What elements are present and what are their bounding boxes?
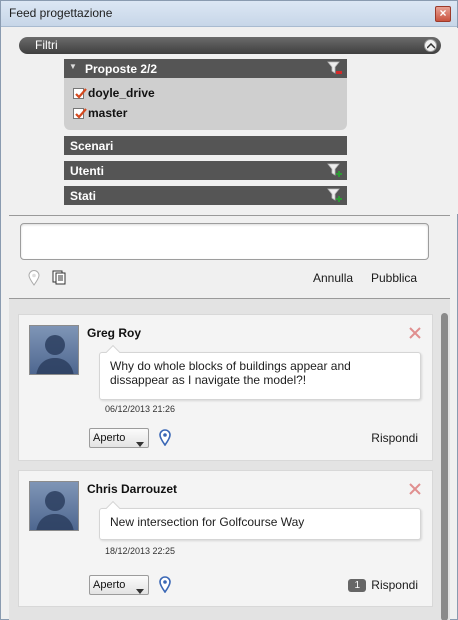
post-author: Greg Roy — [87, 326, 142, 340]
filter-group-label: Utenti — [70, 164, 104, 178]
expand-arrow-icon: ▼ — [69, 62, 77, 71]
post-input[interactable] — [20, 223, 429, 260]
status-dropdown[interactable]: Aperto — [89, 575, 149, 595]
filters-toggle-bar[interactable]: Filtri — [19, 37, 441, 54]
filter-group-body-proposte: doyle_drive master — [64, 78, 347, 130]
post-author: Chris Darrouzet — [87, 482, 178, 496]
feed-post: Greg Roy Why do whole blocks of building… — [18, 314, 433, 461]
avatar — [29, 481, 79, 531]
close-window-button[interactable]: × — [435, 6, 451, 22]
filter-group-header-utenti[interactable]: Utenti — [64, 161, 347, 180]
filter-option-master[interactable]: master — [73, 106, 127, 120]
filter-group-stati[interactable]: Stati — [64, 186, 347, 205]
post-message-bubble: New intersection for Golfcourse Way — [99, 500, 421, 540]
chevron-down-icon — [136, 583, 144, 597]
option-label: doyle_drive — [88, 86, 155, 100]
filter-group-scenari[interactable]: Scenari — [64, 136, 347, 155]
filter-group-label: Stati — [70, 189, 97, 203]
location-pin-icon[interactable] — [159, 429, 171, 449]
filter-group-header-scenari[interactable]: Scenari — [64, 136, 347, 155]
feed-window: Feed progettazione × Filtri ▼ Proposte 2… — [0, 0, 458, 620]
status-dropdown[interactable]: Aperto — [89, 428, 149, 448]
attach-snapshot-icon[interactable] — [51, 270, 67, 288]
divider — [9, 215, 450, 216]
checkbox-doyle-drive[interactable] — [73, 87, 87, 99]
filter-group-header-stati[interactable]: Stati — [64, 186, 347, 205]
bubble-tail — [105, 344, 121, 360]
feed-scrollbar[interactable] — [441, 313, 448, 620]
avatar — [29, 325, 79, 375]
delete-post-icon[interactable] — [408, 326, 422, 343]
filter-group-utenti[interactable]: Utenti — [64, 161, 347, 180]
option-label: master — [88, 106, 128, 120]
post-timestamp: 06/12/2013 21:26 — [105, 404, 176, 414]
checkbox-master[interactable] — [73, 107, 87, 119]
location-pin-icon[interactable] — [28, 270, 40, 289]
delete-post-icon[interactable] — [408, 482, 422, 499]
reply-count-badge: 1 — [348, 579, 366, 592]
reply-button[interactable]: Rispondi — [371, 578, 418, 592]
filter-group-label: Proposte 2/2 — [85, 62, 158, 76]
filters-label: Filtri — [35, 38, 58, 52]
post-message: Why do whole blocks of buildings appear … — [110, 359, 351, 387]
filters-panel: Filtri ▼ Proposte 2/2 doyle_drive master… — [2, 28, 458, 214]
post-message-bubble: Why do whole blocks of buildings appear … — [99, 344, 421, 400]
add-filter-icon[interactable] — [327, 188, 343, 206]
title-bar[interactable]: Feed progettazione × — [1, 1, 457, 27]
filter-group-label: Scenari — [70, 139, 114, 153]
reply-button[interactable]: Rispondi — [371, 431, 418, 445]
feed-post: Chris Darrouzet New intersection for Gol… — [18, 470, 433, 607]
filter-group-proposte: ▼ Proposte 2/2 doyle_drive master — [64, 59, 347, 130]
status-value: Aperto — [93, 579, 126, 591]
collapse-icon[interactable] — [424, 39, 437, 52]
window-title: Feed progettazione — [9, 6, 113, 20]
cancel-button[interactable]: Annulla — [313, 271, 353, 285]
status-value: Aperto — [93, 432, 126, 444]
chevron-down-icon — [136, 436, 144, 450]
post-timestamp: 18/12/2013 22:25 — [105, 546, 176, 556]
filter-group-header-proposte[interactable]: ▼ Proposte 2/2 — [64, 59, 347, 78]
post-message: New intersection for Golfcourse Way — [110, 515, 305, 529]
remove-filter-icon[interactable] — [327, 61, 343, 79]
filter-option-doyle-drive[interactable]: doyle_drive — [73, 86, 155, 100]
add-filter-icon[interactable] — [327, 163, 343, 181]
publish-button[interactable]: Pubblica — [371, 271, 417, 285]
location-pin-icon[interactable] — [159, 576, 171, 596]
bubble-tail — [105, 500, 121, 516]
